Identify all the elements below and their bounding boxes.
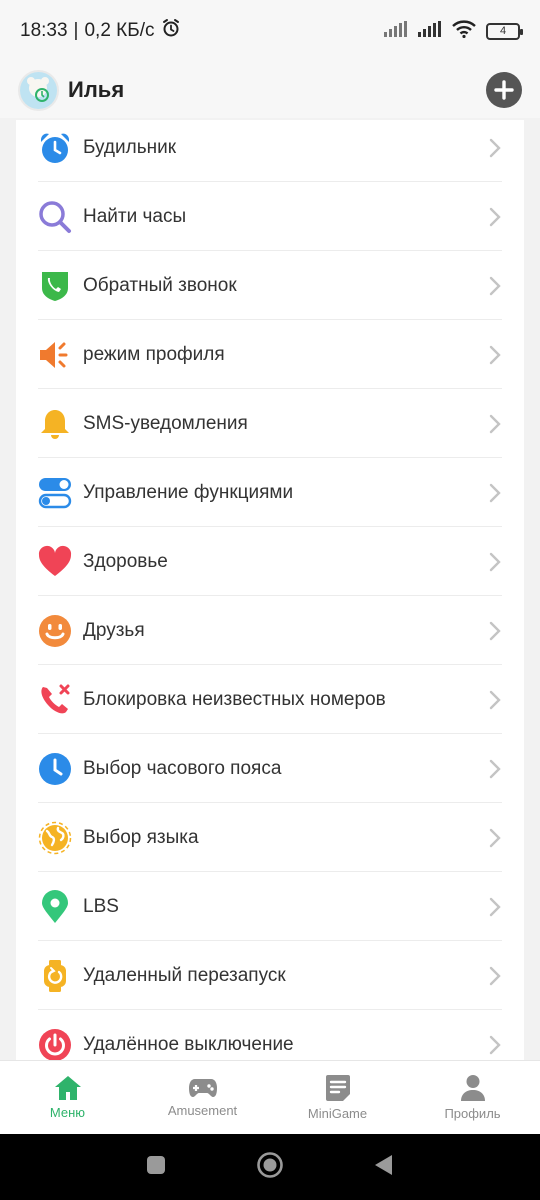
network-speed: 0,2 КБ/с <box>84 20 155 41</box>
menu-item-sms-notifications[interactable]: SMS-уведомления <box>16 389 524 458</box>
plus-icon <box>494 80 514 100</box>
nav-label: MiniGame <box>307 1106 368 1121</box>
menu-item-label: SMS-уведомления <box>83 412 248 434</box>
speaker-icon <box>38 338 72 372</box>
menu-item-label: Удалённое выключение <box>83 1033 294 1055</box>
search-icon <box>38 200 72 234</box>
chevron-right-icon <box>489 966 501 985</box>
chevron-right-icon <box>489 552 501 571</box>
menu-item-label: режим профиля <box>83 343 225 365</box>
menu-item-friends[interactable]: Друзья <box>16 596 524 665</box>
nav-label: Меню <box>49 1105 86 1120</box>
battery-icon: 4 <box>486 22 523 40</box>
add-device-button[interactable] <box>486 72 522 108</box>
menu-item-label: Обратный звонок <box>83 274 237 296</box>
menu-item-label: Блокировка неизвестных номеров <box>83 688 386 710</box>
menu-item-block-unknown[interactable]: Блокировка неизвестных номеров <box>16 665 524 734</box>
nav-tab-amusement[interactable]: Amusement <box>135 1061 270 1134</box>
menu-item-label: Выбор языка <box>83 826 199 848</box>
circle-icon <box>257 1151 283 1178</box>
signal-icon <box>418 20 442 42</box>
menu-item-remote-restart[interactable]: Удаленный перезапуск <box>16 941 524 1010</box>
globe-icon <box>38 821 72 855</box>
wifi-icon <box>452 19 476 43</box>
menu-item-label: Управление функциями <box>83 481 294 503</box>
app-header: Илья <box>0 62 540 118</box>
back-triangle-icon <box>375 1154 393 1175</box>
user-name: Илья <box>68 77 125 102</box>
gamepad-icon <box>188 1079 217 1097</box>
smile-icon <box>38 614 72 648</box>
phone-block-icon <box>38 683 72 717</box>
menu-item-label: Друзья <box>83 619 145 641</box>
recents-button[interactable] <box>145 1154 167 1181</box>
clock-icon <box>38 752 72 786</box>
nav-tab-minigame[interactable]: MiniGame <box>270 1061 405 1134</box>
avatar[interactable] <box>18 69 59 111</box>
chevron-right-icon <box>489 345 501 364</box>
menu-item-language[interactable]: Выбор языка <box>16 803 524 872</box>
location-pin-icon <box>38 889 72 924</box>
menu-item-find-watch[interactable]: Найти часы <box>16 182 524 251</box>
system-navigation-bar <box>0 1134 540 1200</box>
menu-item-function-control[interactable]: Управление функциями <box>16 458 524 527</box>
menu-item-timezone[interactable]: Выбор часового пояса <box>16 734 524 803</box>
chevron-right-icon <box>489 414 501 433</box>
menu-item-alarm[interactable]: Будильник <box>16 120 524 182</box>
chevron-right-icon <box>489 828 501 847</box>
heart-icon <box>38 545 72 579</box>
chevron-right-icon <box>489 483 501 502</box>
menu-item-label: Будильник <box>83 136 177 158</box>
watch-restart-icon <box>38 959 72 993</box>
square-icon <box>146 1155 165 1174</box>
menu-item-label: Здоровье <box>83 550 168 572</box>
chevron-right-icon <box>489 276 501 295</box>
menu-list: Будильник Найти часы Обратный звонок реж… <box>16 120 524 1060</box>
chevron-right-icon <box>489 207 501 226</box>
document-icon <box>325 1075 350 1101</box>
home-button[interactable] <box>256 1151 284 1184</box>
menu-item-profile-mode[interactable]: режим профиля <box>16 320 524 389</box>
status-separator: | <box>73 20 79 41</box>
person-icon <box>460 1075 485 1101</box>
bell-icon <box>38 407 72 441</box>
status-bar: 18:33 | 0,2 КБ/с 4 <box>0 0 540 62</box>
chevron-right-icon <box>489 1035 501 1054</box>
back-button[interactable] <box>373 1153 395 1182</box>
chevron-right-icon <box>489 621 501 640</box>
chevron-right-icon <box>489 759 501 778</box>
chevron-right-icon <box>489 138 501 157</box>
home-icon <box>54 1076 81 1100</box>
chevron-right-icon <box>489 897 501 916</box>
menu-item-label: Удаленный перезапуск <box>83 964 286 986</box>
power-icon <box>38 1028 72 1060</box>
menu-item-label: Найти часы <box>83 205 187 227</box>
nav-tab-profile[interactable]: Профиль <box>405 1061 540 1134</box>
chevron-right-icon <box>489 690 501 709</box>
toggle-icon <box>38 476 72 510</box>
menu-item-remote-shutdown[interactable]: Удалённое выключение <box>16 1010 524 1060</box>
status-time: 18:33 <box>20 20 68 41</box>
menu-item-health[interactable]: Здоровье <box>16 527 524 596</box>
menu-item-label: Выбор часового пояса <box>83 757 282 779</box>
nav-tab-menu[interactable]: Меню <box>0 1061 135 1134</box>
alarm-status-icon <box>161 18 181 44</box>
menu-item-callback[interactable]: Обратный звонок <box>16 251 524 320</box>
alarm-clock-icon <box>38 131 72 165</box>
signal-icon <box>384 20 408 42</box>
nav-label: Профиль <box>444 1106 501 1121</box>
menu-item-lbs[interactable]: LBS <box>16 872 524 941</box>
menu-item-label: LBS <box>83 895 119 917</box>
nav-label: Amusement <box>167 1103 238 1118</box>
phone-shield-icon <box>38 269 72 303</box>
bottom-navigation: Меню Amusement MiniGame Профиль <box>0 1060 540 1134</box>
